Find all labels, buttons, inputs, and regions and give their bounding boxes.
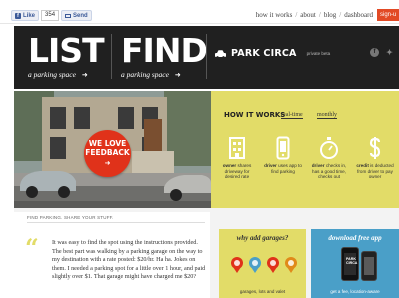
facebook-icon[interactable]: f <box>370 48 379 57</box>
feedback-badge[interactable]: WE LOVE FEEDBACK ➜ <box>84 130 131 177</box>
step-label: driver checks in, has a good time, check… <box>310 163 348 180</box>
divider <box>111 34 112 79</box>
list-subline[interactable]: a parking space ➜ <box>28 70 88 79</box>
hero-photo: WE LOVE FEEDBACK ➜ <box>14 91 211 208</box>
app-title: download free app <box>328 234 382 242</box>
nav-separator: / <box>318 11 321 19</box>
feedback-badge-line2: FEEDBACK <box>85 148 130 157</box>
find-headline[interactable]: FIND <box>121 33 208 69</box>
dollar-icon <box>369 137 381 159</box>
stopwatch-icon <box>320 137 338 159</box>
nav-separator: / <box>339 11 342 19</box>
map-pin-tip <box>269 267 277 273</box>
send-label: Send <box>73 12 88 19</box>
nav-about[interactable]: about <box>300 11 316 19</box>
building-icon <box>229 137 245 159</box>
tab-monthly[interactable]: monthly <box>317 112 338 119</box>
step-driver-app: driver uses app to find parking <box>264 136 302 174</box>
step-credit: credit is deducted from driver to pay ow… <box>356 136 394 180</box>
testimonial-header: FIND PARKING. SHARE YOUR STUFF. <box>27 215 114 220</box>
step-label-bold: driver <box>311 163 325 168</box>
facebook-like-button[interactable]: f Like <box>11 10 40 21</box>
arrow-right-icon: ➜ <box>81 71 88 79</box>
step-label-bold: owner <box>222 163 237 168</box>
phone-illustration: PARK CIRCA <box>341 247 359 281</box>
like-label: Like <box>23 12 36 19</box>
brand-logo[interactable]: PARK CIRCA private beta <box>214 48 330 59</box>
garages-footer: garages, lots and valet <box>239 289 286 294</box>
facebook-send-button[interactable]: Send <box>61 10 92 21</box>
nav-separator: / <box>295 11 298 19</box>
testimonial-text: It was easy to find the spot using the i… <box>52 239 206 281</box>
step-label-bold: credit <box>356 163 369 168</box>
why-add-garages-card[interactable]: why add garages? garages, lots and valet <box>219 229 306 298</box>
step-owner: owner shares driveway for desired rate <box>218 136 256 180</box>
phone-screen <box>364 257 374 275</box>
facebook-like-widget: f Like 354 Send <box>11 10 92 21</box>
hero-header: LIST a parking space ➜ FIND a parking spa… <box>14 26 399 89</box>
testimonial-card: FIND PARKING. SHARE YOUR STUFF. “ It was… <box>14 212 210 298</box>
phone-screen-text: PARK CIRCA <box>346 257 358 266</box>
download-app-card[interactable]: download free app PARK CIRCA get a fee, … <box>311 229 399 298</box>
app-footer: get a fee, location-aware <box>330 289 380 294</box>
brand-name: PARK CIRCA <box>231 48 297 59</box>
car-icon <box>215 49 226 58</box>
map-pin-tip <box>251 267 259 273</box>
divider <box>27 222 205 223</box>
step-label: credit is deducted from driver to pay ow… <box>356 163 394 180</box>
list-subline-text: a parking space <box>28 70 76 79</box>
arrow-right-icon: ➜ <box>104 159 111 167</box>
top-bar: f Like 354 Send how it works / about / b… <box>0 0 399 24</box>
step-label-bold: driver <box>264 163 277 168</box>
envelope-icon <box>65 13 72 18</box>
map-pin-tip <box>233 267 241 273</box>
nav-blog[interactable]: blog <box>324 11 336 19</box>
find-subline[interactable]: a parking space ➜ <box>121 70 181 79</box>
top-nav: how it works / about / blog / dashboard <box>256 11 373 19</box>
signup-button[interactable]: sign-u <box>377 9 399 21</box>
step-label: owner shares driveway for desired rate <box>218 163 256 180</box>
nav-how-it-works[interactable]: how it works <box>256 11 293 19</box>
list-headline[interactable]: LIST <box>28 33 105 69</box>
nav-dashboard[interactable]: dashboard <box>344 11 373 19</box>
feedback-badge-line1: WE LOVE <box>88 139 127 148</box>
phone-illustration <box>361 251 377 281</box>
twitter-icon[interactable]: ✦ <box>385 48 394 57</box>
brand-tag: private beta <box>306 51 331 56</box>
map-pin-tip <box>287 267 295 273</box>
facebook-icon: f <box>15 12 21 19</box>
phone-screen: PARK CIRCA <box>344 253 358 275</box>
arrow-right-icon: ➜ <box>174 71 181 79</box>
how-it-works-panel: HOW IT WORKS real-time monthly owner sha… <box>211 91 399 208</box>
tab-real-time[interactable]: real-time <box>281 112 303 119</box>
phone-icon <box>276 136 290 160</box>
quote-icon: “ <box>25 233 39 262</box>
find-subline-text: a parking space <box>121 70 169 79</box>
divider <box>206 34 207 79</box>
garages-title: why add garages? <box>236 234 289 242</box>
step-driver-checkin: driver checks in, has a good time, check… <box>310 136 348 180</box>
like-count: 354 <box>41 10 60 21</box>
step-label: driver uses app to find parking <box>264 163 302 174</box>
how-it-works-title: HOW IT WORKS <box>224 111 286 119</box>
